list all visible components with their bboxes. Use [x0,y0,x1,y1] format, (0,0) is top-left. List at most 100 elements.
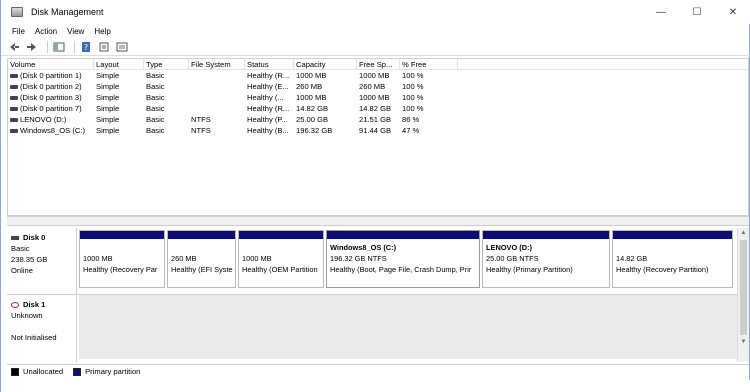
cell-layout: Simple [96,115,120,124]
table-row[interactable]: (Disk 0 partition 3) Simple Basic Health… [8,92,748,103]
partition-name: LENOVO (D:) [486,243,532,252]
partition-block[interactable]: 1000 MB Healthy (Recovery Par [79,230,165,288]
disk-1-space[interactable] [79,295,737,359]
disk-1-name: Disk 1 [23,300,46,309]
scroll-up-icon[interactable]: ▲ [738,228,749,238]
cell-file-system [189,70,245,81]
cell-type: Basic [146,82,165,91]
cell-status: Healthy (B... [247,126,289,135]
forward-button[interactable] [25,40,39,54]
column-header-layout[interactable]: Layout [94,59,144,69]
table-row[interactable]: (Disk 0 partition 2) Simple Basic Health… [8,81,748,92]
cell-capacity: 260 MB [296,82,323,91]
back-button[interactable] [7,40,21,54]
volume-name: (Disk 0 partition 1) [20,71,82,80]
disk-0-name: Disk 0 [23,233,46,242]
column-header-status[interactable]: Status [245,59,294,69]
table-row[interactable]: (Disk 0 partition 7) Simple Basic Health… [8,103,748,114]
help-button[interactable]: ? [79,40,93,54]
cell-volume: Windows8_OS (C:) [8,125,94,136]
volume-name: (Disk 0 partition 3) [20,93,82,102]
column-header-volume[interactable]: Volume [8,59,94,69]
help-icon: ? [82,41,90,52]
cell-free-space: 21.51 GB [359,115,392,124]
svg-text:?: ? [84,43,88,52]
cell-volume: (Disk 0 partition 2) [8,81,94,92]
disk-icon [11,235,19,240]
cell-free-space: 14.82 GB [359,104,392,113]
table-row[interactable]: Windows8_OS (C:) Simple Basic NTFS Healt… [8,125,748,136]
column-header-type[interactable]: Type [144,59,189,69]
partition-status: Healthy (Primary Partition) [486,265,573,274]
toolbar-separator [74,40,75,53]
volume-icon [10,129,18,133]
disk-0-type: Basic [11,244,30,253]
partition-bar [327,231,479,239]
cell-type: Basic [146,126,165,135]
menu-view[interactable]: View [62,27,89,36]
volume-icon [10,74,18,78]
partition-body: 260 MB Healthy (EFI Syste [168,239,235,278]
table-row[interactable]: (Disk 0 partition 1) Simple Basic Health… [8,70,748,81]
column-header-percent-free[interactable]: % Free [400,59,458,69]
disk-0-label[interactable]: Disk 0 Basic 238.35 GB Online [7,228,77,294]
minimize-button[interactable]: — [643,0,679,24]
disk-1-status: Not Initialised [11,333,57,342]
cell-layout: Simple [96,71,120,80]
volume-icon [10,85,18,89]
menu-file[interactable]: File [7,27,30,36]
column-header-empty [458,59,748,69]
legend-unallocated: Unallocated [23,367,64,376]
partition-status: Healthy (Recovery Par [83,265,158,274]
disk-graphical-view: Disk 0 Basic 238.35 GB Online 1000 MB He… [7,228,737,362]
cell-percent-free: 100 % [402,93,424,102]
column-header-free-space[interactable]: Free Sp... [357,59,400,69]
legend: Unallocated Primary partition [7,364,749,378]
cell-capacity: 1000 MB [296,71,327,80]
partition-size: 1000 MB [83,254,113,263]
partition-bar [613,231,732,239]
disk-1-label[interactable]: Disk 1 Unknown Not Initialised [7,295,77,362]
list-view-button[interactable] [115,40,129,54]
close-button[interactable]: ✕ [715,0,750,24]
disk-management-app-icon [11,7,23,17]
window-bottom-edge [1,380,750,392]
scroll-down-icon[interactable]: ▼ [738,337,749,347]
window-title: Disk Management [31,7,104,17]
volume-name: Windows8_OS (C:) [20,126,85,135]
partition-status: Healthy (OEM Partition [242,265,318,274]
properties-button[interactable] [97,40,111,54]
cell-file-system [189,103,245,114]
pane-splitter[interactable] [7,216,749,226]
cell-volume: (Disk 0 partition 7) [8,103,94,114]
scrollbar-thumb[interactable] [740,240,747,335]
partition-body: 1000 MB Healthy (OEM Partition [239,239,323,278]
partition-size: 14.82 GB [616,254,648,263]
cell-free-space: 1000 MB [359,71,390,80]
cell-file-system: NTFS [191,115,211,124]
cell-percent-free: 100 % [402,104,424,113]
partition-block[interactable]: 260 MB Healthy (EFI Syste [167,230,236,288]
partition-block[interactable]: LENOVO (D:) 25.00 GB NTFS Healthy (Prima… [482,230,610,288]
vertical-scrollbar[interactable]: ▲ ▼ [737,228,749,362]
cell-percent-free: 100 % [402,71,424,80]
volume-icon [10,107,18,111]
partition-name [242,242,320,253]
partition-block[interactable]: 14.82 GB Healthy (Recovery Partition) [612,230,733,288]
disk-0-row: Disk 0 Basic 238.35 GB Online 1000 MB He… [7,228,737,294]
disk-0-status: Online [11,266,33,275]
menu-help[interactable]: Help [89,27,115,36]
column-header-capacity[interactable]: Capacity [294,59,357,69]
cell-status: Healthy (R... [247,104,290,113]
menu-action[interactable]: Action [30,27,62,36]
title-bar: Disk Management — ☐ ✕ [1,0,750,24]
maximize-button[interactable]: ☐ [679,0,715,24]
partition-status: Healthy (Boot, Page File, Crash Dump, Pr… [330,265,472,274]
column-header-file-system[interactable]: File System [189,59,245,69]
show-hide-console-tree-button[interactable] [52,40,66,54]
partition-size: 260 MB [171,254,197,263]
cell-type: Basic [146,104,165,113]
partition-block[interactable]: Windows8_OS (C:) 196.32 GB NTFS Healthy … [326,230,480,288]
partition-block[interactable]: 1000 MB Healthy (OEM Partition [238,230,324,288]
table-row[interactable]: LENOVO (D:) Simple Basic NTFS Healthy (P… [8,114,748,125]
